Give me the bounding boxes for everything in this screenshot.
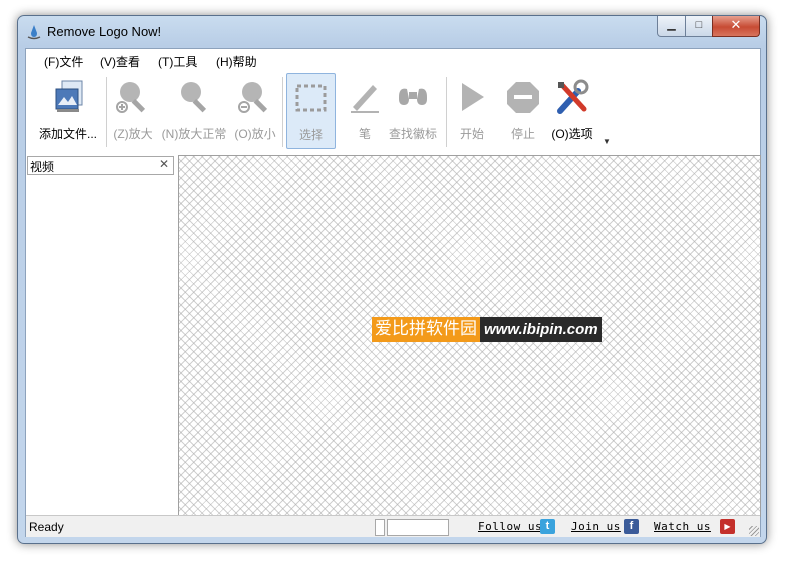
status-bar: Ready Follow us t Join us f Watch us ▶ (26, 515, 760, 537)
toolbar-separator (282, 77, 283, 147)
close-button[interactable]: ✕ (712, 16, 760, 37)
menu-help[interactable]: (H)帮助 (216, 53, 257, 70)
video-panel: 视频 ✕ (26, 155, 179, 515)
add-file-icon (55, 80, 83, 112)
join-us-link[interactable]: Join us (571, 520, 621, 533)
twitter-icon[interactable]: t (540, 519, 555, 534)
play-icon (462, 83, 484, 111)
select-tool-button[interactable]: 选择 (286, 73, 336, 149)
toolbar-overflow-button[interactable]: ▼ (603, 137, 611, 146)
pen-icon (351, 85, 379, 113)
stop-button[interactable]: 停止 (500, 73, 546, 147)
toolbar-separator (446, 77, 447, 147)
panel-title: 视频 (30, 160, 55, 174)
select-rect-icon (295, 84, 327, 112)
toolbar: 添加文件... (Z)放大 (N)放大正常 (O)放小 选择 笔 查找徽标 开始… (26, 71, 760, 153)
menu-file[interactable]: (F)文件 (44, 53, 83, 70)
minimize-button[interactable]: ▁ (657, 16, 686, 37)
toolbar-label: (Z)放大 (113, 127, 153, 141)
panel-close-icon[interactable]: ✕ (159, 157, 169, 171)
toolbar-label: 开始 (459, 127, 484, 141)
toolbar-label: (N)放大正常 (161, 127, 227, 141)
watermark-cn: 爱比拼软件园 (372, 317, 480, 342)
toolbar-label: 停止 (510, 127, 535, 141)
zoom-normal-icon (181, 82, 207, 113)
menu-view[interactable]: (V)查看 (100, 53, 140, 70)
toolbar-label: (O)选项 (551, 127, 593, 141)
watermark: 爱比拼软件园 www.ibipin.com (372, 317, 602, 342)
find-logo-button[interactable]: 查找徽标 (386, 73, 440, 147)
preview-canvas[interactable]: 爱比拼软件园 www.ibipin.com (178, 155, 761, 517)
options-tools-icon (557, 79, 589, 114)
resize-grip[interactable] (749, 526, 759, 536)
follow-us-link[interactable]: Follow us (478, 520, 542, 533)
toolbar-label: 添加文件... (38, 127, 97, 141)
add-file-button[interactable]: 添加文件... (34, 73, 102, 147)
status-pane (387, 519, 449, 536)
pen-tool-button[interactable]: 笔 (344, 73, 386, 147)
status-pane (375, 519, 385, 536)
window-title: Remove Logo Now! (47, 24, 162, 39)
options-button[interactable]: (O)选项 (546, 73, 598, 147)
zoom-out-icon (238, 82, 268, 113)
status-text: Ready (29, 520, 64, 534)
youtube-icon[interactable]: ▶ (720, 519, 735, 534)
panel-header: 视频 ✕ (27, 156, 174, 175)
menu-tools[interactable]: (T)工具 (158, 53, 197, 70)
toolbar-label: 笔 (358, 127, 371, 141)
toolbar-label: 选择 (298, 128, 323, 142)
app-logo-icon (27, 25, 41, 40)
toolbar-separator (106, 77, 107, 147)
toolbar-label: (O)放小 (234, 127, 276, 141)
maximize-button[interactable]: □ (685, 16, 713, 37)
zoom-in-icon (116, 82, 146, 113)
client-area: (F)文件 (V)查看 (T)工具 (H)帮助 添加文件... (Z)放大 (N… (25, 48, 761, 537)
zoom-in-button[interactable]: (Z)放大 (110, 73, 156, 147)
app-window: Remove Logo Now! ▁ □ ✕ (F)文件 (V)查看 (T)工具… (17, 15, 767, 544)
binoculars-icon (399, 88, 427, 105)
menu-bar: (F)文件 (V)查看 (T)工具 (H)帮助 (26, 49, 760, 71)
zoom-normal-button[interactable]: (N)放大正常 (159, 73, 229, 147)
start-button[interactable]: 开始 (450, 73, 494, 147)
watermark-url: www.ibipin.com (480, 317, 602, 342)
stop-icon (507, 82, 539, 113)
title-bar[interactable]: Remove Logo Now! ▁ □ ✕ (18, 16, 766, 48)
toolbar-label: 查找徽标 (388, 127, 437, 141)
zoom-out-button[interactable]: (O)放小 (231, 73, 279, 147)
watch-us-link[interactable]: Watch us (654, 520, 711, 533)
facebook-icon[interactable]: f (624, 519, 639, 534)
